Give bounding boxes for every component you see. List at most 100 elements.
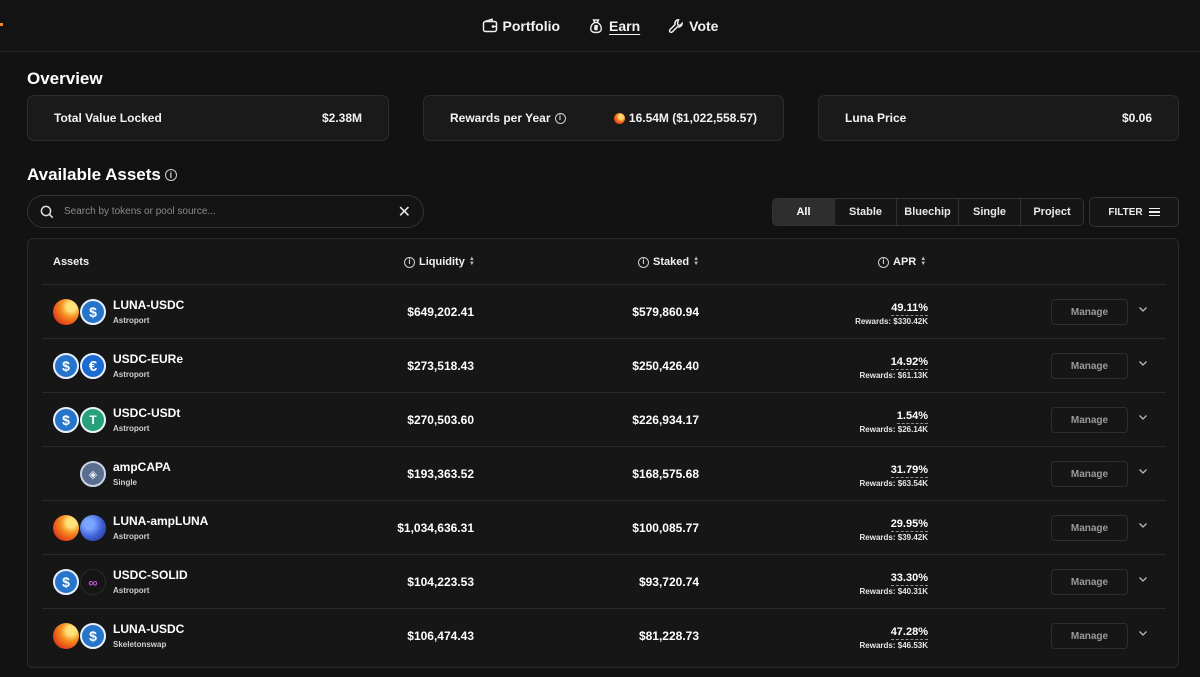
filter-button-label: FILTER [1108, 206, 1143, 218]
staked-value: $81,228.73 [638, 629, 699, 643]
usdt-icon: T [80, 407, 106, 433]
ampluna-icon [80, 515, 106, 541]
apr-cell: 33.30% Rewards: $40.31K [860, 568, 928, 596]
search-input[interactable] [64, 206, 398, 217]
usdc-icon: $ [53, 569, 79, 595]
nav-earn[interactable]: Earn [588, 18, 640, 34]
assets-table: Assets i Liquidity ▲ ▼ i Staked ▲ ▼ i APR … [27, 238, 1179, 668]
table-header: Assets i Liquidity ▲ ▼ i Staked ▲ ▼ i APR … [28, 239, 1178, 285]
asset-source: Single [113, 478, 138, 487]
chevron-down-icon[interactable] [1137, 357, 1149, 369]
rewards-value: Rewards: $26.14K [859, 425, 928, 434]
sort-icon[interactable]: ▲ ▼ [469, 256, 475, 267]
chevron-down-icon[interactable] [1137, 627, 1149, 639]
manage-button[interactable]: Manage [1051, 353, 1128, 379]
nav-earn-label: Earn [609, 17, 641, 34]
apr-value[interactable]: 29.95% [890, 518, 928, 532]
info-icon[interactable]: i [638, 256, 649, 268]
table-row[interactable]: $ LUNA-USDC Skeletonswap $106,474.43 $81… [42, 608, 1166, 662]
apr-cell: 31.79% Rewards: $63.54K [860, 460, 928, 488]
manage-button[interactable]: Manage [1051, 623, 1128, 649]
staked-value: $168,575.68 [632, 467, 699, 481]
info-icon[interactable]: i [878, 256, 889, 268]
liquidity-value: $1,034,636.31 [397, 521, 474, 535]
chevron-down-icon[interactable] [1137, 411, 1149, 423]
asset-icons: $ ∞ [53, 569, 107, 595]
staked-value: $226,934.17 [632, 413, 699, 427]
top-navigation: Portfolio Earn Vote [0, 0, 1200, 52]
table-row[interactable]: $ LUNA-USDC Astroport $649,202.41 $579,8… [42, 284, 1166, 338]
filter-bluechip[interactable]: Bluechip [897, 199, 959, 225]
apr-cell: 49.11% Rewards: $330.42K [855, 298, 928, 326]
staked-value: $93,720.74 [638, 575, 699, 589]
manage-button[interactable]: Manage [1051, 515, 1128, 541]
rewards-value: Rewards: $61.13K [859, 371, 928, 380]
apr-value[interactable]: 33.30% [890, 572, 928, 586]
manage-button[interactable]: Manage [1051, 461, 1128, 487]
header-apr[interactable]: i APR ▲ ▼ [878, 256, 926, 268]
luna-icon [53, 623, 79, 649]
manage-button[interactable]: Manage [1051, 407, 1128, 433]
filter-stable[interactable]: Stable [835, 199, 897, 225]
available-assets-title: Available Assets [27, 165, 161, 184]
header-staked-label: Staked [653, 256, 690, 268]
asset-name: USDC-EURe [113, 352, 184, 366]
luna-icon [53, 299, 79, 325]
search-bar: ✕ [27, 195, 424, 228]
rewards-value: Rewards: $330.42K [855, 317, 928, 326]
apr-value[interactable]: 14.92% [890, 356, 928, 370]
info-icon[interactable]: i [404, 256, 415, 268]
liquidity-value: $193,363.52 [407, 467, 474, 481]
manage-button[interactable]: Manage [1051, 569, 1128, 595]
chevron-down-icon[interactable] [1137, 465, 1149, 477]
filter-single[interactable]: Single [959, 199, 1021, 225]
money-bag-icon [590, 18, 602, 33]
usdc-icon: $ [80, 299, 106, 325]
table-row[interactable]: $ € USDC-EURe Astroport $273,518.43 $250… [42, 338, 1166, 392]
asset-name: ampCAPA [113, 460, 171, 474]
filter-project[interactable]: Project [1021, 199, 1083, 225]
sort-icon[interactable]: ▲ ▼ [920, 256, 926, 267]
liquidity-value: $106,474.43 [407, 629, 474, 643]
apr-value[interactable]: 47.28% [890, 626, 928, 640]
apr-value[interactable]: 1.54% [896, 410, 928, 424]
nav-portfolio[interactable]: Portfolio [482, 18, 560, 34]
chevron-down-icon[interactable] [1137, 573, 1149, 585]
asset-name: USDC-USDt [113, 406, 181, 420]
header-liquidity[interactable]: i Liquidity ▲ ▼ [404, 256, 475, 268]
sort-icon[interactable]: ▲ ▼ [693, 256, 699, 267]
header-staked[interactable]: i Staked ▲ ▼ [638, 256, 699, 268]
tvl-value: $2.38M [321, 111, 362, 125]
staked-value: $100,085.77 [632, 521, 699, 535]
apr-value[interactable]: 31.79% [890, 464, 928, 478]
filter-button[interactable]: FILTER [1089, 197, 1179, 227]
asset-icons: $ € [53, 353, 107, 379]
edge-marker [0, 23, 3, 26]
info-icon[interactable]: i [554, 112, 566, 124]
solid-icon: ∞ [80, 569, 106, 595]
table-row[interactable]: ◈ ampCAPA Single $193,363.52 $168,575.68… [42, 446, 1166, 500]
chevron-down-icon[interactable] [1137, 303, 1149, 315]
filter-all[interactable]: All [773, 199, 835, 225]
rewards-value: 16.54M ($1,022,558.57) [628, 111, 757, 125]
apr-value[interactable]: 49.11% [891, 302, 928, 316]
asset-name: LUNA-USDC [113, 622, 185, 636]
asset-icons: $ [53, 299, 107, 325]
menu-icon [1148, 207, 1160, 217]
rewards-value: Rewards: $46.53K [859, 641, 928, 650]
table-row[interactable]: $ ∞ USDC-SOLID Astroport $104,223.53 $93… [42, 554, 1166, 608]
manage-button[interactable]: Manage [1051, 299, 1128, 325]
usdc-icon: $ [53, 407, 79, 433]
asset-icons: $ [53, 623, 107, 649]
info-icon[interactable]: i [164, 169, 177, 181]
table-row[interactable]: LUNA-ampLUNA Astroport $1,034,636.31 $10… [42, 500, 1166, 554]
clear-search-icon[interactable]: ✕ [398, 202, 411, 222]
tvl-card: Total Value Locked $2.38M [27, 95, 389, 141]
chevron-down-icon[interactable] [1137, 519, 1149, 531]
apr-cell: 47.28% Rewards: $46.53K [860, 622, 928, 650]
table-row[interactable]: $ T USDC-USDt Astroport $270,503.60 $226… [42, 392, 1166, 446]
available-assets-heading: Available Assets i [27, 165, 177, 185]
nav-vote[interactable]: Vote [668, 18, 718, 34]
asset-source: Astroport [113, 532, 150, 541]
liquidity-value: $270,503.60 [407, 413, 474, 427]
